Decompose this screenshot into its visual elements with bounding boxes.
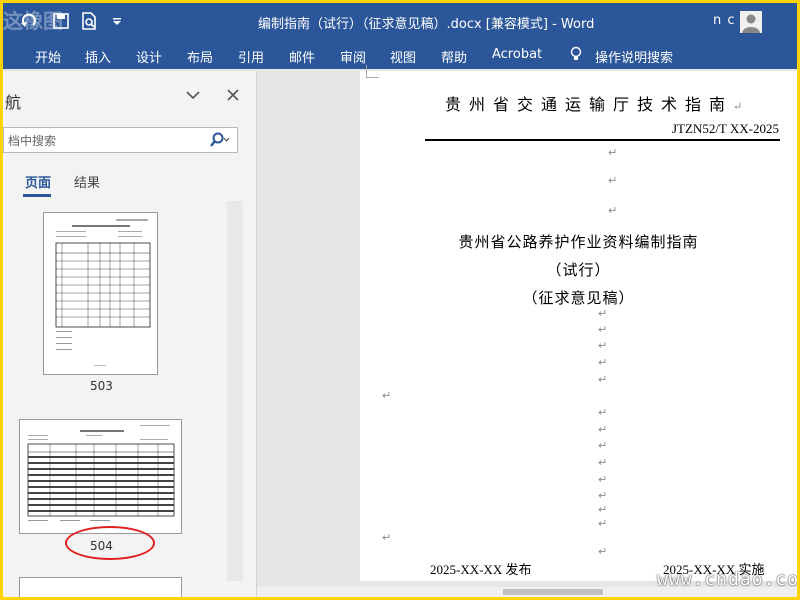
para-mark: ↵ [608, 174, 618, 187]
nav-tab-pages[interactable]: 页面 [25, 172, 51, 191]
para-mark: ↵ [598, 339, 608, 352]
para-mark: ↵ [598, 356, 608, 369]
page-thumbnail-504[interactable] [19, 419, 182, 534]
tab-help[interactable]: 帮助 [441, 47, 467, 66]
para-mark: ↵ [598, 473, 608, 486]
nav-search-input[interactable]: 档中搜索 [3, 127, 238, 153]
page-thumbnail-next[interactable] [19, 577, 182, 597]
highlight-circle [65, 526, 155, 560]
close-icon[interactable] [225, 87, 241, 103]
para-mark: ↵ [608, 146, 618, 159]
ribbon-tabs: 开始 插入 设计 布局 引用 邮件 审阅 视图 帮助 Acrobat 操作说明搜… [3, 39, 797, 69]
lightbulb-icon [570, 46, 582, 60]
tab-design[interactable]: 设计 [136, 47, 162, 66]
para-mark: ↵ [598, 489, 608, 502]
scrollbar-thumb[interactable] [503, 589, 603, 595]
customize-toolbar-icon[interactable] [107, 11, 127, 31]
page-number-503: 503 [90, 379, 113, 393]
para-mark: ↵ [733, 100, 743, 113]
doc-header: 贵州省交通运输厅技术指南↵ [445, 91, 742, 115]
print-preview-icon[interactable] [79, 11, 99, 31]
doc-header-text: 贵州省交通运输厅技术指南 [445, 95, 734, 114]
doc-subtitle-draft: （征求意见稿） [522, 289, 635, 307]
page-thumbnail-504-preview [27, 425, 175, 521]
window-title: 编制指南（试行）（征求意见稿）.docx [兼容模式] - Word [258, 17, 595, 32]
para-mark: ↵ [382, 531, 392, 544]
para-mark: ↵ [382, 389, 392, 402]
tab-view[interactable]: 视图 [390, 47, 416, 66]
tell-me-search[interactable]: 操作说明搜索 [595, 47, 673, 66]
document-page: 贵州省交通运输厅技术指南↵ JTZN52/T XX-2025 ↵ ↵ ↵ 贵州省… [360, 65, 797, 581]
save-icon[interactable] [51, 11, 71, 31]
redo-icon[interactable] [19, 11, 39, 31]
doc-code: JTZN52/T XX-2025 [671, 121, 779, 136]
tab-acrobat[interactable]: Acrobat [492, 47, 542, 62]
para-mark: ↵ [598, 406, 608, 419]
para-mark: ↵ [598, 323, 608, 336]
tab-references[interactable]: 引用 [238, 47, 264, 66]
para-mark: ↵ [598, 439, 608, 452]
doc-header-rule [425, 139, 780, 141]
para-mark: ↵ [608, 204, 618, 217]
nav-pane-title: 航 [5, 93, 22, 112]
para-mark: ↵ [598, 517, 608, 530]
navigation-pane: 航 档中搜索 页面 结果 503 504 [3, 71, 257, 597]
tab-review[interactable]: 审阅 [340, 47, 366, 66]
word-window: 这橡图 编制指南（试行）（征求意见稿）.docx [兼容模式] - Word n… [3, 3, 797, 597]
para-mark: ↵ [598, 373, 608, 386]
doc-subtitle-trial: （试行） [546, 261, 611, 279]
tab-insert[interactable]: 插入 [85, 47, 111, 66]
search-icon[interactable] [210, 132, 230, 148]
nav-search-placeholder: 档中搜索 [8, 134, 57, 148]
user-avatar-icon[interactable] [740, 11, 762, 33]
doc-publish-date: 2025-XX-XX 发布 [430, 562, 532, 577]
page-thumbnail-503[interactable] [43, 212, 158, 375]
active-tab-underline [23, 194, 51, 197]
nav-tab-results[interactable]: 结果 [74, 172, 100, 191]
user-name[interactable]: n c [713, 13, 736, 28]
document-area: 贵州省交通运输厅技术指南↵ JTZN52/T XX-2025 ↵ ↵ ↵ 贵州省… [257, 65, 797, 597]
tab-home[interactable]: 开始 [35, 47, 61, 66]
para-mark: ↵ [598, 456, 608, 469]
para-mark: ↵ [598, 423, 608, 436]
para-mark: ↵ [598, 545, 608, 558]
para-mark: ↵ [598, 307, 608, 320]
nav-pane-scrollbar[interactable] [227, 201, 243, 581]
watermark-bottom-right: www.cndao.com [657, 569, 797, 590]
tab-layout[interactable]: 布局 [187, 47, 213, 66]
para-mark: ↵ [598, 503, 608, 516]
doc-title: 贵州省公路养护作业资料编制指南 [458, 233, 699, 251]
tab-mailings[interactable]: 邮件 [289, 47, 315, 66]
crop-mark [366, 65, 379, 78]
page-thumbnail-503-preview [55, 219, 151, 366]
chevron-down-icon[interactable] [185, 87, 201, 103]
title-bar: 这橡图 编制指南（试行）（征求意见稿）.docx [兼容模式] - Word n… [3, 3, 797, 39]
